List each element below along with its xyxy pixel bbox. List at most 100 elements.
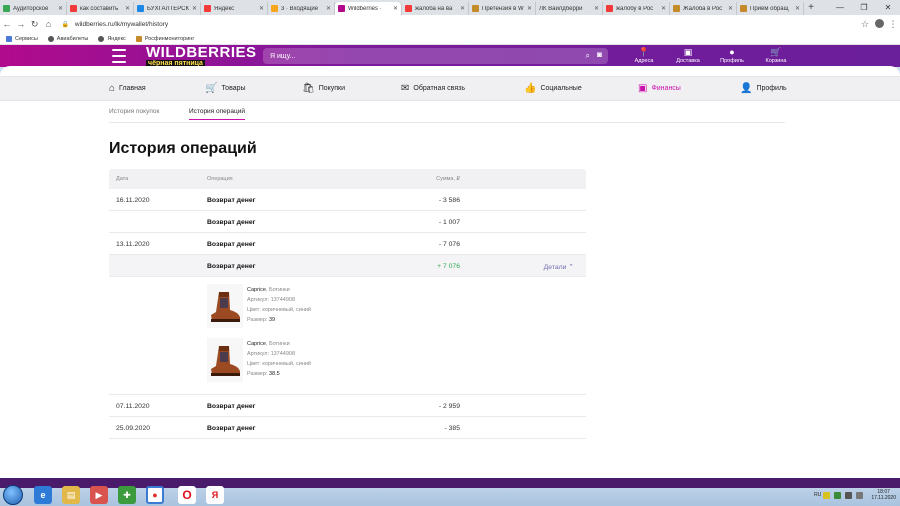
bookmark-item[interactable]: Сервисы <box>6 35 38 42</box>
tab-purchase-history[interactable]: История покупок <box>109 108 159 115</box>
browser-tab[interactable]: Жалоба в Рос ✕ <box>670 2 737 15</box>
close-window-icon[interactable]: ✕ <box>876 0 900 15</box>
tab-close-icon[interactable]: ✕ <box>527 5 532 12</box>
tray-app-icon[interactable] <box>823 491 831 499</box>
header-profile[interactable]: ● Профиль <box>710 46 754 64</box>
back-icon[interactable]: ← <box>0 19 14 29</box>
opera-icon[interactable]: O <box>178 486 196 504</box>
user-icon: ● <box>729 47 735 57</box>
hamburger-menu-icon[interactable] <box>112 49 126 63</box>
table-row[interactable]: 13.11.2020 Возврат денег - 7 076 <box>109 233 586 255</box>
url-field[interactable]: 🔒 wildberries.ru/lk/mywallet/history <box>61 18 858 31</box>
table-row[interactable]: 16.11.2020 Возврат денег - 3 586 <box>109 189 586 211</box>
camera-icon[interactable]: ◙ <box>597 50 602 59</box>
media-player-icon[interactable]: ▶ <box>90 486 108 504</box>
product-brand[interactable]: Caprice <box>247 341 266 347</box>
tab-close-icon[interactable]: ✕ <box>58 5 63 12</box>
new-tab-button[interactable]: + <box>804 2 818 15</box>
site-logo[interactable]: WILDBERRIES <box>146 45 257 60</box>
tab-favicon-icon <box>740 5 747 12</box>
col-operation-header: Операция <box>207 176 233 182</box>
table-row[interactable]: Возврат денег - 1 007 <box>109 211 586 233</box>
nav-feedback[interactable]: ✉ Обратная связь <box>401 83 465 94</box>
star-icon[interactable]: ☆ <box>858 19 872 30</box>
clock[interactable]: 18:07 17.11.2020 <box>871 489 896 501</box>
product-brand[interactable]: Caprice <box>247 287 266 293</box>
reload-icon[interactable]: ↻ <box>28 19 42 30</box>
tab-close-icon[interactable]: ✕ <box>594 5 599 12</box>
ie-icon[interactable]: e <box>34 486 52 504</box>
table-row[interactable]: 07.11.2020 Возврат денег - 2 959 <box>109 395 586 417</box>
product-image[interactable] <box>207 284 243 328</box>
app-icon[interactable]: ✚ <box>118 486 136 504</box>
browser-tab[interactable]: БУХГАЛТЕРСК ✕ <box>134 2 201 15</box>
browser-tab[interactable]: ЛК Вайлдберри ✕ <box>536 2 603 15</box>
bookmark-item[interactable]: Росфинмониторинг <box>135 35 194 42</box>
minimize-icon[interactable]: — <box>828 0 852 15</box>
bookmark-item[interactable]: Авиабилеты <box>47 35 88 42</box>
tab-close-icon[interactable]: ✕ <box>125 5 130 12</box>
product-item[interactable]: Caprice, Ботинки Артикул: 13744908 Цвет:… <box>207 338 407 382</box>
nav-purchases[interactable]: 🛍 Покупки <box>302 83 345 94</box>
globe-icon <box>98 35 105 42</box>
browser-tab[interactable]: жалобу в Рос ✕ <box>603 2 670 15</box>
tab-close-icon[interactable]: ✕ <box>661 5 666 12</box>
chrome-icon[interactable]: ● <box>146 486 164 504</box>
tab-close-icon[interactable]: ✕ <box>326 5 331 12</box>
header-delivery[interactable]: ▣ Доставка <box>666 46 710 64</box>
page-content: ⌂ Главная 🛒 Товары 🛍 Покупки ✉ Обратная связ… <box>0 66 900 478</box>
browser-tab-active[interactable]: Wildberries · ✕ <box>335 2 402 15</box>
col-sum-header[interactable]: Сумма, ₽ <box>436 176 460 182</box>
tab-close-icon[interactable]: ✕ <box>393 5 398 12</box>
product-item[interactable]: Caprice, Ботинки Артикул: 13744908 Цвет:… <box>207 284 407 328</box>
row-date: 25.09.2020 <box>116 425 151 432</box>
table-row[interactable]: 25.09.2020 Возврат денег - 385 <box>109 417 586 439</box>
header-addresses[interactable]: 📍 Адреса <box>622 46 666 64</box>
folder-icon[interactable]: ▤ <box>62 486 80 504</box>
browser-tab[interactable]: как составить ✕ <box>67 2 134 15</box>
nav-social[interactable]: 👍 Социальные <box>524 83 582 94</box>
tab-close-icon[interactable]: ✕ <box>192 5 197 12</box>
header-cart[interactable]: 🛒 Корзина <box>754 46 798 64</box>
nav-finance[interactable]: ▣ Финансы <box>638 83 681 94</box>
tab-operation-history[interactable]: История операций <box>189 108 245 120</box>
volume-icon[interactable] <box>856 491 864 499</box>
row-operation: Возврат денег <box>207 403 256 410</box>
tray-app-icon[interactable] <box>834 491 842 499</box>
start-button[interactable] <box>3 485 23 505</box>
nav-profile[interactable]: 👤 Профиль <box>740 83 787 94</box>
nav-goods[interactable]: 🛒 Товары <box>205 83 246 94</box>
message-icon: ✉ <box>401 83 410 94</box>
maximize-icon[interactable]: ❐ <box>852 0 876 15</box>
browser-tab[interactable]: Яндекс ✕ <box>201 2 268 15</box>
browser-tab[interactable]: Приём обращ ✕ <box>737 2 804 15</box>
tab-close-icon[interactable]: ✕ <box>460 5 465 12</box>
browser-tab[interactable]: Аудиторское ✕ <box>0 2 67 15</box>
details-toggle[interactable]: Детали ⌃ <box>544 263 574 271</box>
like-icon: 👍 <box>524 83 537 94</box>
tab-close-icon[interactable]: ✕ <box>795 5 800 12</box>
tab-close-icon[interactable]: ✕ <box>728 5 733 12</box>
search-input[interactable]: Я ищу... ⌕ ◙ <box>263 48 608 64</box>
network-icon[interactable] <box>845 491 853 499</box>
bookmark-item[interactable]: Яндекс <box>98 35 126 42</box>
operations-table: Дата Операция Сумма, ₽ 16.11.2020 Возвра… <box>109 169 586 439</box>
table-row-expanded[interactable]: Возврат денег + 7 076 Детали ⌃ <box>109 255 586 277</box>
user-icon: 👤 <box>740 83 753 94</box>
browser-tab[interactable]: жалоба на ва ✕ <box>402 2 469 15</box>
profile-icon[interactable] <box>872 18 886 30</box>
tab-close-icon[interactable]: ✕ <box>259 5 264 12</box>
home-icon[interactable]: ⌂ <box>42 19 56 29</box>
browser-tab[interactable]: 3 · Входящие ✕ <box>268 2 335 15</box>
yandex-browser-icon[interactable]: Я <box>206 486 224 504</box>
search-icon[interactable]: ⌕ <box>586 51 590 61</box>
menu-icon[interactable]: ⋮ <box>886 19 900 30</box>
forward-icon[interactable]: → <box>14 19 28 29</box>
browser-tab[interactable]: Претензия в W ✕ <box>469 2 536 15</box>
nav-home[interactable]: ⌂ Главная <box>109 83 146 94</box>
product-image[interactable] <box>207 338 243 382</box>
bag-icon: 🛍 <box>302 83 315 94</box>
bookmarks-bar: Сервисы Авиабилеты Яндекс Росфинмонитори… <box>0 33 900 45</box>
boot-icon <box>211 292 240 322</box>
language-indicator[interactable]: RU <box>814 492 821 498</box>
